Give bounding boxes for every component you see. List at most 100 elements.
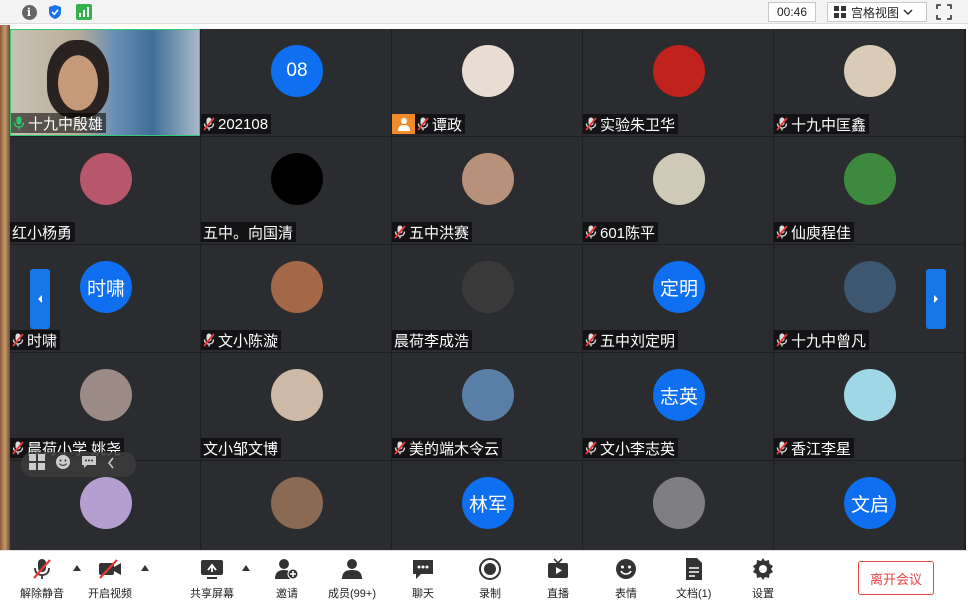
participant-tile[interactable]: 文小陈漩 — [201, 245, 391, 352]
participant-avatar — [80, 477, 132, 529]
participant-name: 晨荷李成浩 — [394, 332, 470, 350]
participant-avatar — [653, 153, 705, 205]
chevron-down-icon — [903, 9, 913, 16]
participant-tile[interactable]: 晨荷李成浩 — [392, 245, 582, 352]
record-label: 录制 — [479, 588, 501, 600]
participant-tile[interactable]: 实验朱卫华 — [583, 29, 773, 136]
participant-tile[interactable] — [201, 461, 391, 550]
participant-nameplate: 晨荷李成浩 — [392, 330, 473, 350]
person-silhouette — [47, 40, 109, 118]
live-button[interactable]: 直播 — [545, 557, 571, 601]
participant-name: 五中刘定明 — [600, 332, 676, 350]
participant-tile[interactable]: 十九中匡鑫 — [774, 29, 964, 136]
record-icon — [477, 557, 503, 581]
participant-avatar — [653, 477, 705, 529]
participant-nameplate: 十九中曾凡 — [774, 330, 870, 350]
start-video-label: 开启视频 — [88, 588, 132, 600]
participant-tile[interactable]: 五中洪赛 — [392, 137, 582, 244]
participant-grid: 十九中殷雄 08 202108 谭政 实验朱卫华 十九中匡鑫红小杨勇 五中。向国清 五中洪赛 6… — [10, 29, 966, 550]
layout-icon[interactable] — [29, 454, 45, 475]
participant-tile[interactable]: 仙庾程佳 — [774, 137, 964, 244]
participant-tile[interactable]: 红小杨勇 — [10, 137, 200, 244]
participant-nameplate: 红小杨勇 — [10, 222, 76, 242]
mic-muted-icon — [394, 225, 406, 239]
leave-meeting-button[interactable]: 离开会议 — [858, 561, 934, 595]
signal-icon[interactable] — [75, 3, 93, 21]
participant-name: 香江李星 — [791, 440, 852, 458]
previous-page-button[interactable] — [30, 269, 50, 329]
participant-avatar — [653, 45, 705, 97]
members-button[interactable]: 成员(99+) — [328, 557, 376, 601]
mic-muted-icon — [585, 441, 597, 455]
collapse-icon[interactable] — [107, 456, 115, 474]
next-page-button[interactable] — [926, 269, 946, 329]
reaction-icon[interactable] — [55, 454, 71, 475]
documents-button[interactable]: 文档(1) — [676, 557, 711, 601]
participant-avatar: 志英 — [653, 369, 705, 421]
emoji-button[interactable]: 表情 — [613, 557, 639, 601]
document-icon — [681, 557, 707, 581]
participant-tile[interactable]: 五中。向国清 — [201, 137, 391, 244]
live-label: 直播 — [547, 588, 569, 600]
share-screen-label: 共享屏幕 — [190, 588, 234, 600]
view-mode-select[interactable]: 宫格视图 — [827, 2, 927, 22]
chat-button[interactable]: 聊天 — [410, 557, 436, 601]
participant-avatar — [844, 153, 896, 205]
participant-tile[interactable]: 十九中殷雄 — [10, 29, 200, 136]
info-icon[interactable]: i — [20, 3, 38, 21]
participant-tile[interactable]: 定明 五中刘定明 — [583, 245, 773, 352]
participant-tile[interactable]: 志英文小李志英 — [583, 353, 773, 460]
participant-nameplate: 五中。向国清 — [201, 222, 297, 242]
participant-avatar: 林军 — [462, 477, 514, 529]
participant-avatar: 时啸 — [80, 261, 132, 313]
participant-name: 谭政 — [432, 116, 463, 134]
participant-name: 五中。向国清 — [203, 224, 294, 242]
shield-icon[interactable] — [46, 3, 64, 21]
participant-name: 文小邹文博 — [203, 440, 279, 458]
share-screen-button[interactable]: 共享屏幕 — [190, 557, 234, 601]
participant-name: 仙庾程佳 — [791, 224, 852, 242]
start-video-button[interactable]: 开启视频 — [88, 557, 132, 601]
participant-nameplate: 601陈平 — [583, 222, 659, 242]
participant-avatar — [462, 369, 514, 421]
fullscreen-icon[interactable] — [934, 3, 954, 21]
meeting-timer: 00:46 — [768, 2, 816, 22]
video-options-caret[interactable] — [141, 565, 149, 571]
participant-tile[interactable]: 美的端木令云 — [392, 353, 582, 460]
participant-tile[interactable]: 林军 — [392, 461, 582, 550]
participant-name: 十九中匡鑫 — [791, 116, 867, 134]
participant-tile[interactable]: 文小邹文博 — [201, 353, 391, 460]
settings-label: 设置 — [752, 588, 774, 600]
participant-avatar — [271, 261, 323, 313]
participant-name: 202108 — [218, 115, 269, 133]
floating-controls — [21, 452, 136, 477]
settings-button[interactable]: 设置 — [750, 557, 776, 601]
participant-tile[interactable]: 谭政 — [392, 29, 582, 136]
mic-on-icon — [13, 116, 25, 130]
share-options-caret[interactable] — [242, 565, 250, 571]
unmute-button[interactable]: 解除静音 — [20, 557, 64, 601]
participant-nameplate: 202108 — [201, 114, 272, 134]
mic-muted-icon — [12, 441, 24, 455]
participant-name: 十九中殷雄 — [28, 115, 104, 133]
invite-button[interactable]: 邀请 — [274, 557, 300, 601]
participant-avatar — [844, 369, 896, 421]
participant-avatar — [271, 369, 323, 421]
participant-tile[interactable]: 文启 — [774, 461, 964, 550]
participant-avatar — [271, 477, 323, 529]
audio-options-caret[interactable] — [73, 565, 81, 571]
record-button[interactable]: 录制 — [477, 557, 503, 601]
invite-label: 邀请 — [276, 588, 298, 600]
chat-label: 聊天 — [412, 588, 434, 600]
participant-name: 文小李志英 — [600, 440, 676, 458]
share-screen-icon — [199, 557, 225, 581]
chat-bubble-icon[interactable] — [81, 455, 97, 474]
live-stream-icon — [545, 557, 571, 581]
participant-tile[interactable]: 香江李星 — [774, 353, 964, 460]
view-mode-label: 宫格视图 — [851, 5, 900, 20]
participant-tile[interactable] — [583, 461, 773, 550]
participant-tile[interactable]: 601陈平 — [583, 137, 773, 244]
mic-muted-icon — [585, 333, 597, 347]
participant-tile[interactable]: 晨荷小学 姚尧 — [10, 353, 200, 460]
participant-tile[interactable]: 08 202108 — [201, 29, 391, 136]
